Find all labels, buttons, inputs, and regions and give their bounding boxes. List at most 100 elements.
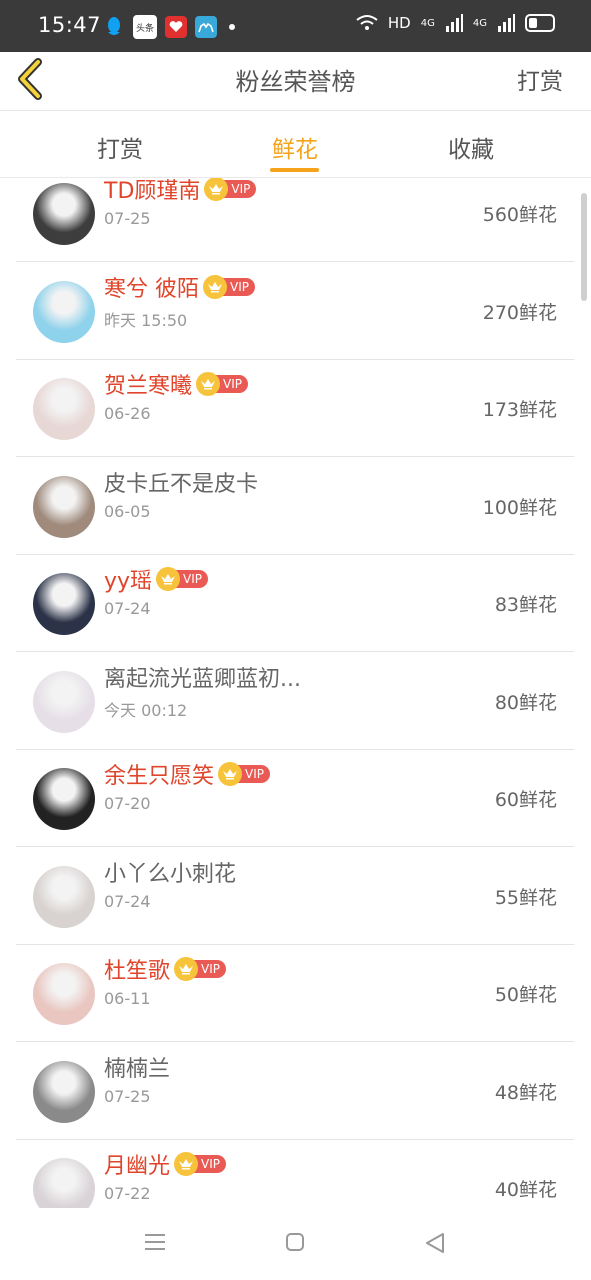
avatar[interactable] bbox=[33, 280, 95, 343]
fan-row[interactable]: 余生只愿笑 VIP 07-20 60鲜花 bbox=[16, 749, 574, 847]
fan-time: 06-11 bbox=[104, 989, 151, 1008]
flower-amount: 80鲜花 bbox=[494, 691, 557, 714]
fan-name[interactable]: 贺兰寒曦 bbox=[104, 368, 192, 400]
scrollbar[interactable] bbox=[581, 193, 587, 301]
fan-time: 07-24 bbox=[104, 599, 151, 618]
fan-list: TD顾瑾南 VIP 07-25 560鲜花 寒兮 彼陌 VIP 昨天 15:50 270鲜花贺… bbox=[0, 178, 591, 1208]
fan-row[interactable]: 小丫么小刺花 07-24 55鲜花 bbox=[16, 847, 574, 945]
flower-amount: 40鲜花 bbox=[494, 1179, 557, 1201]
back-triangle-icon[interactable] bbox=[424, 1232, 446, 1254]
name-line: 杜笙歌 VIP bbox=[104, 954, 226, 984]
signal-bars-icon bbox=[445, 14, 463, 32]
battery-icon bbox=[525, 14, 555, 32]
fan-row[interactable]: 杜笙歌 VIP 06-11 50鲜花 bbox=[16, 944, 574, 1042]
flower-amount: 83鲜花 bbox=[494, 594, 557, 616]
fan-name[interactable]: 余生只愿笑 bbox=[104, 758, 214, 790]
flower-amount: 560鲜花 bbox=[482, 204, 557, 226]
vip-badge: VIP bbox=[203, 274, 255, 299]
fan-row[interactable]: 贺兰寒曦 VIP 06-26 173鲜花 bbox=[16, 359, 574, 457]
vip-badge: VIP bbox=[156, 567, 209, 591]
avatar[interactable] bbox=[33, 183, 95, 245]
flower-amount: 48鲜花 bbox=[494, 1081, 557, 1104]
vip-badge: VIP bbox=[196, 372, 248, 396]
fan-name[interactable]: 月幽光 bbox=[104, 1148, 170, 1180]
tab-bar: 打赏 鲜花 收藏 bbox=[0, 111, 591, 178]
camel-app-icon bbox=[195, 16, 217, 38]
wifi-icon bbox=[356, 15, 378, 30]
name-line: 离起流光蓝卿蓝初... bbox=[104, 662, 301, 692]
fan-name[interactable]: 小丫么小刺花 bbox=[104, 856, 236, 888]
toutiao-icon: 头条 bbox=[133, 15, 157, 39]
fan-name[interactable]: 杜笙歌 bbox=[104, 953, 170, 985]
fan-row[interactable]: 皮卡丘不是皮卡 06-05 100鲜花 bbox=[16, 457, 574, 555]
qq-icon bbox=[103, 16, 125, 38]
flower-amount: 100鲜花 bbox=[482, 496, 557, 519]
fan-name[interactable]: yy瑶 bbox=[104, 563, 152, 595]
crown-icon bbox=[174, 957, 199, 981]
name-line: 小丫么小刺花 bbox=[104, 857, 236, 887]
reward-button[interactable]: 打赏 bbox=[517, 62, 563, 96]
fan-row[interactable]: 楠楠兰 07-25 48鲜花 bbox=[16, 1042, 574, 1140]
fan-time: 07-22 bbox=[104, 1184, 151, 1203]
avatar[interactable] bbox=[33, 1158, 95, 1208]
header-bar: 粉丝荣誉榜 打赏 bbox=[0, 52, 591, 111]
crown-icon bbox=[218, 762, 243, 786]
name-line: yy瑶 VIP bbox=[104, 563, 209, 595]
name-line: 楠楠兰 bbox=[104, 1052, 170, 1082]
fan-time: 07-24 bbox=[104, 891, 151, 911]
heart-app-icon bbox=[165, 16, 187, 38]
name-line: 贺兰寒曦 VIP bbox=[104, 369, 248, 399]
fan-name[interactable]: 楠楠兰 bbox=[104, 1051, 170, 1083]
fan-time: 07-25 bbox=[104, 1086, 151, 1106]
fan-name[interactable]: 寒兮 彼陌 bbox=[104, 271, 199, 303]
avatar[interactable] bbox=[33, 768, 95, 830]
status-bar: 15:47 头条 HD 4G 4G bbox=[0, 0, 591, 52]
fan-row[interactable]: 寒兮 彼陌 VIP 昨天 15:50 270鲜花 bbox=[16, 262, 574, 360]
vip-badge: VIP bbox=[174, 957, 226, 981]
name-line: 月幽光 VIP bbox=[104, 1149, 226, 1179]
avatar[interactable] bbox=[33, 670, 95, 733]
crown-icon bbox=[196, 372, 221, 396]
fan-time: 06-26 bbox=[104, 404, 151, 423]
avatar[interactable] bbox=[33, 475, 95, 538]
fan-name[interactable]: 离起流光蓝卿蓝初... bbox=[104, 661, 301, 693]
status-app-icons: 头条 bbox=[103, 15, 235, 39]
menu-icon[interactable] bbox=[144, 1232, 166, 1252]
fan-name[interactable]: 皮卡丘不是皮卡 bbox=[104, 466, 258, 498]
avatar[interactable] bbox=[33, 1060, 95, 1123]
tab-favorites[interactable]: 收藏 bbox=[411, 130, 531, 164]
vip-badge: VIP bbox=[218, 762, 270, 786]
flower-amount: 50鲜花 bbox=[494, 984, 557, 1006]
active-tab-indicator bbox=[270, 168, 319, 172]
avatar[interactable] bbox=[33, 865, 95, 928]
signal-bars-icon-2 bbox=[498, 14, 515, 32]
flower-amount: 270鲜花 bbox=[482, 301, 557, 324]
fan-time: 今天 00:12 bbox=[104, 700, 188, 720]
name-line: 寒兮 彼陌 VIP bbox=[104, 272, 255, 302]
avatar[interactable] bbox=[33, 378, 95, 440]
crown-icon bbox=[156, 567, 181, 591]
crown-icon bbox=[174, 1152, 199, 1176]
tab-flowers[interactable]: 鲜花 bbox=[235, 130, 355, 164]
flower-amount: 55鲜花 bbox=[494, 886, 557, 909]
signal-4g-label-1: 4G bbox=[420, 17, 435, 29]
flower-amount: 60鲜花 bbox=[494, 789, 557, 811]
home-icon[interactable] bbox=[285, 1232, 305, 1252]
signal-4g-label-2: 4G bbox=[472, 17, 487, 29]
avatar[interactable] bbox=[33, 573, 95, 635]
fan-row[interactable]: TD顾瑾南 VIP 07-25 560鲜花 bbox=[16, 178, 574, 262]
fan-name[interactable]: TD顾瑾南 bbox=[104, 178, 200, 205]
name-line: 余生只愿笑 VIP bbox=[104, 759, 270, 789]
fan-row[interactable]: 月幽光 VIP 07-22 40鲜花 bbox=[16, 1139, 574, 1208]
fan-time: 07-20 bbox=[104, 794, 151, 813]
page-title: 粉丝荣誉榜 bbox=[235, 68, 356, 96]
fan-time: 昨天 15:50 bbox=[104, 310, 188, 330]
vip-badge: VIP bbox=[174, 1152, 226, 1176]
status-indicators: HD 4G 4G bbox=[356, 14, 555, 32]
fan-row[interactable]: 离起流光蓝卿蓝初... 今天 00:12 80鲜花 bbox=[16, 652, 574, 750]
avatar[interactable] bbox=[33, 963, 95, 1025]
tab-reward[interactable]: 打赏 bbox=[60, 130, 180, 164]
system-nav-bar bbox=[0, 1208, 591, 1280]
fan-time: 07-25 bbox=[104, 209, 151, 228]
fan-row[interactable]: yy瑶 VIP 07-24 83鲜花 bbox=[16, 554, 574, 652]
